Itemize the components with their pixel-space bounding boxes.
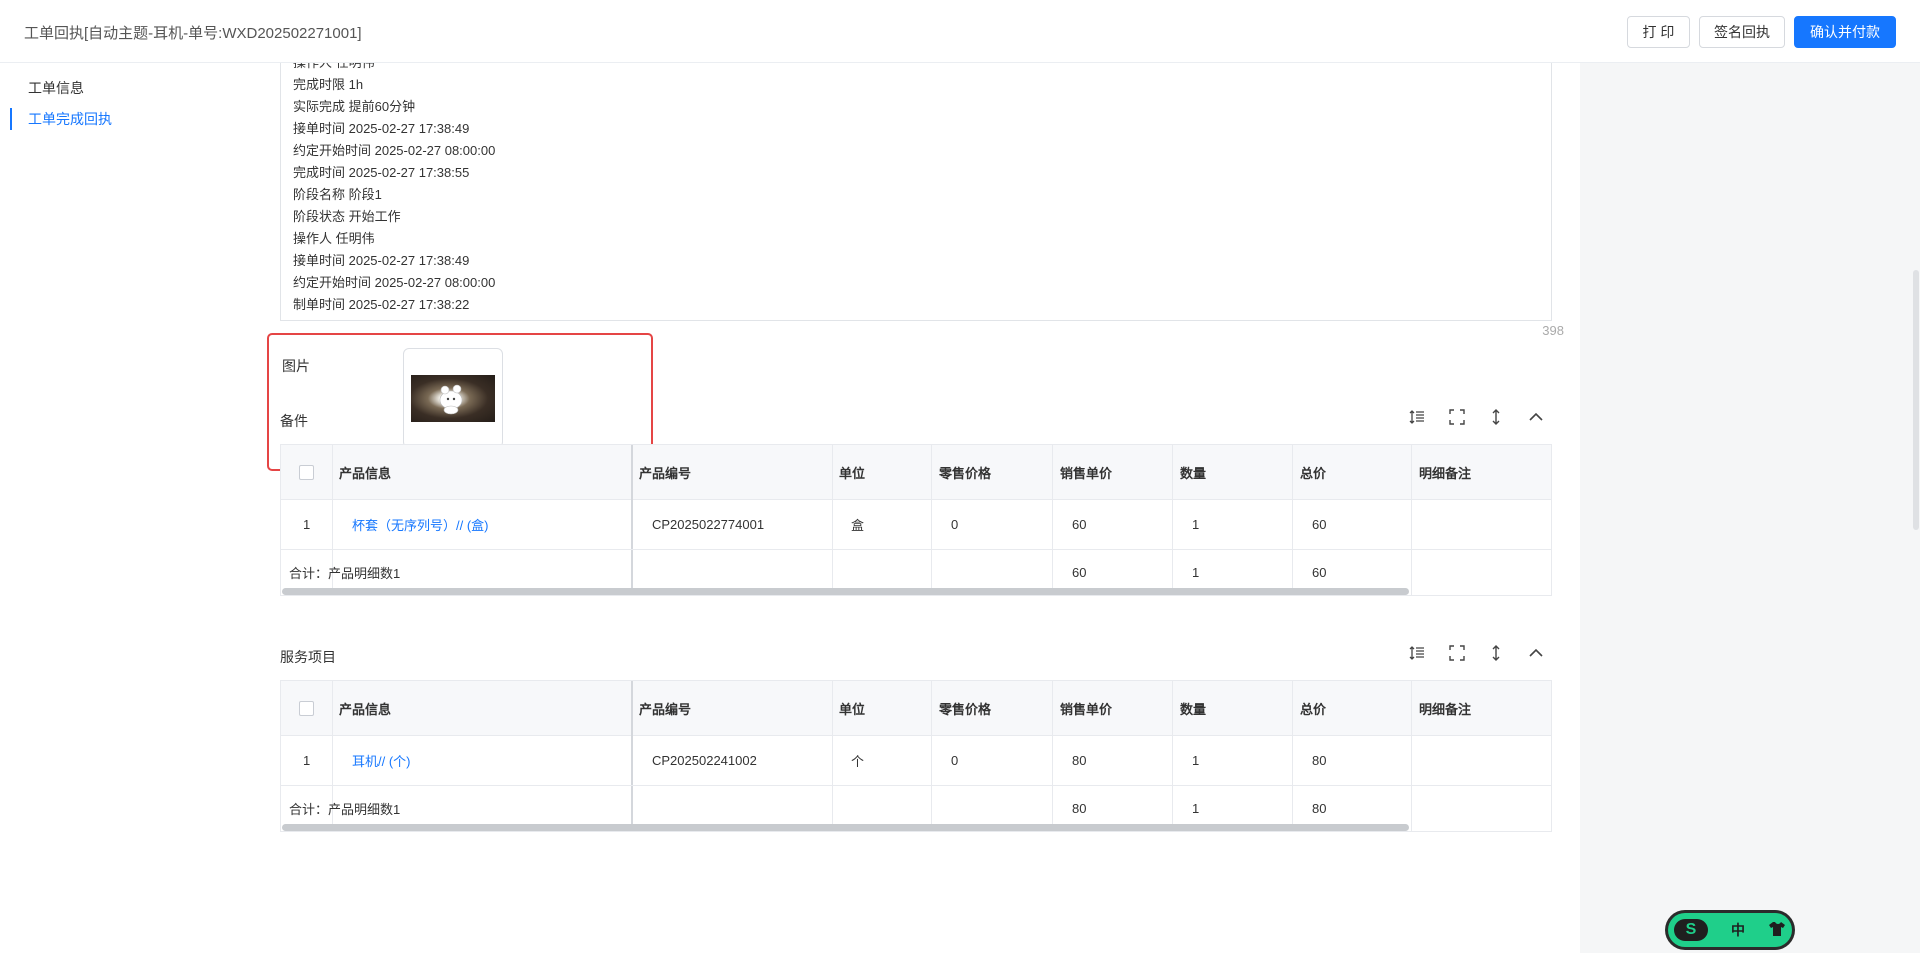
fullscreen-icon[interactable] bbox=[1446, 642, 1468, 664]
line-height-icon[interactable] bbox=[1406, 406, 1428, 428]
unit: 盒 bbox=[851, 518, 865, 533]
column-header: 总价 bbox=[1300, 466, 1327, 481]
table-header bbox=[281, 445, 1551, 500]
content-panel: 操作人 任明伟 完成时限 1h 实际完成 提前60分钟 接单时间 2025-02… bbox=[252, 63, 1580, 953]
column-height-icon[interactable] bbox=[1485, 642, 1507, 664]
column-header: 产品信息 bbox=[339, 466, 392, 481]
shirt-icon bbox=[1768, 921, 1786, 940]
log-line: 约定开始时间 2025-02-27 08:00:00 bbox=[293, 143, 496, 158]
column-header: 单位 bbox=[839, 702, 866, 717]
product-code: CP202502241002 bbox=[652, 753, 757, 768]
picture-image bbox=[411, 375, 495, 422]
quantity: 1 bbox=[1192, 753, 1200, 768]
column-header: 零售价格 bbox=[939, 702, 992, 717]
column-header: 销售单价 bbox=[1060, 702, 1113, 717]
ime-badge[interactable]: S 中 bbox=[1665, 910, 1795, 950]
log-line: 完成时间 2025-02-27 17:38:55 bbox=[293, 165, 470, 180]
parts-section-title: 备件 bbox=[280, 413, 308, 429]
row-index: 1 bbox=[303, 517, 311, 532]
table-header bbox=[281, 681, 1551, 736]
select-all-checkbox[interactable] bbox=[299, 701, 314, 716]
column-header: 零售价格 bbox=[939, 466, 992, 481]
sale-price: 80 bbox=[1072, 753, 1087, 768]
retail-price: 0 bbox=[951, 517, 959, 532]
sign-receipt-button[interactable]: 签名回执 bbox=[1699, 16, 1785, 48]
log-line: 阶段状态 开始工作 bbox=[293, 209, 401, 224]
unit: 个 bbox=[851, 754, 865, 769]
product-link[interactable]: 耳机// (个) bbox=[352, 736, 411, 785]
log-line: 接单时间 2025-02-27 17:38:49 bbox=[293, 253, 470, 268]
sale-price: 60 bbox=[1072, 517, 1087, 532]
nav-item-order-info[interactable]: 工单信息 bbox=[10, 77, 84, 99]
picture-label: 图片 bbox=[282, 358, 310, 374]
column-header: 数量 bbox=[1180, 466, 1207, 481]
services-section-title: 服务项目 bbox=[280, 649, 336, 665]
product-link[interactable]: 杯套（无序列号）// (盒) bbox=[352, 500, 489, 549]
log-line: 操作人 任明伟 bbox=[293, 231, 375, 246]
column-header: 销售单价 bbox=[1060, 466, 1113, 481]
column-header: 明细备注 bbox=[1419, 702, 1472, 717]
log-line: 实际完成 提前60分钟 bbox=[293, 99, 416, 114]
ime-badge-inner: S 中 bbox=[1668, 913, 1792, 947]
column-header: 产品信息 bbox=[339, 702, 392, 717]
horizontal-scrollbar[interactable] bbox=[282, 824, 1409, 831]
total: 60 bbox=[1312, 517, 1327, 532]
column-height-icon[interactable] bbox=[1485, 406, 1507, 428]
char-counter: 398 bbox=[1542, 323, 1564, 338]
nav-item-completion-receipt[interactable]: 工单完成回执 bbox=[10, 108, 112, 130]
page-title: 工单回执[自动主题-耳机-单号:WXD202502271001] bbox=[24, 25, 362, 42]
services-table: 产品信息 产品编号 单位 零售价格 销售单价 数量 总价 明细备注 1 耳机//… bbox=[280, 680, 1552, 832]
ime-logo: S bbox=[1674, 919, 1708, 941]
column-header: 明细备注 bbox=[1419, 466, 1472, 481]
log-line: 接单时间 2025-02-27 17:38:49 bbox=[293, 121, 470, 136]
header: 工单回执[自动主题-耳机-单号:WXD202502271001] 打 印 签名回… bbox=[0, 0, 1920, 63]
quantity: 1 bbox=[1192, 517, 1200, 532]
product-code: CP2025022774001 bbox=[652, 517, 765, 532]
collapse-icon[interactable] bbox=[1525, 642, 1547, 664]
collapse-icon[interactable] bbox=[1525, 406, 1547, 428]
log-textarea[interactable]: 操作人 任明伟 完成时限 1h 实际完成 提前60分钟 接单时间 2025-02… bbox=[280, 63, 1552, 321]
column-header: 产品编号 bbox=[639, 466, 692, 481]
log-line: 约定开始时间 2025-02-27 08:00:00 bbox=[293, 275, 496, 290]
fullscreen-icon[interactable] bbox=[1446, 406, 1468, 428]
print-button[interactable]: 打 印 bbox=[1627, 16, 1690, 48]
column-header: 单位 bbox=[839, 466, 866, 481]
row-index: 1 bbox=[303, 753, 311, 768]
log-line: 制单时间 2025-02-27 17:38:22 bbox=[293, 297, 470, 312]
column-header: 数量 bbox=[1180, 702, 1207, 717]
log-line: 操作人 任明伟 bbox=[293, 63, 375, 74]
log-line: 阶段名称 阶段1 bbox=[293, 187, 382, 202]
select-all-checkbox[interactable] bbox=[299, 465, 314, 480]
total: 80 bbox=[1312, 753, 1327, 768]
left-nav: 工单信息 工单完成回执 bbox=[0, 63, 252, 953]
log-line: 完成时限 1h bbox=[293, 77, 364, 92]
picture-thumbnail[interactable] bbox=[403, 348, 503, 448]
page-scrollbar[interactable] bbox=[1913, 270, 1919, 530]
column-header: 总价 bbox=[1300, 702, 1327, 717]
column-header: 产品编号 bbox=[639, 702, 692, 717]
parts-table: 产品信息 产品编号 单位 零售价格 销售单价 数量 总价 明细备注 1 杯套（无… bbox=[280, 444, 1552, 596]
retail-price: 0 bbox=[951, 753, 959, 768]
line-height-icon[interactable] bbox=[1406, 642, 1428, 664]
confirm-pay-button[interactable]: 确认并付款 bbox=[1794, 16, 1896, 48]
ime-language: 中 bbox=[1731, 922, 1745, 938]
horizontal-scrollbar[interactable] bbox=[282, 588, 1409, 595]
